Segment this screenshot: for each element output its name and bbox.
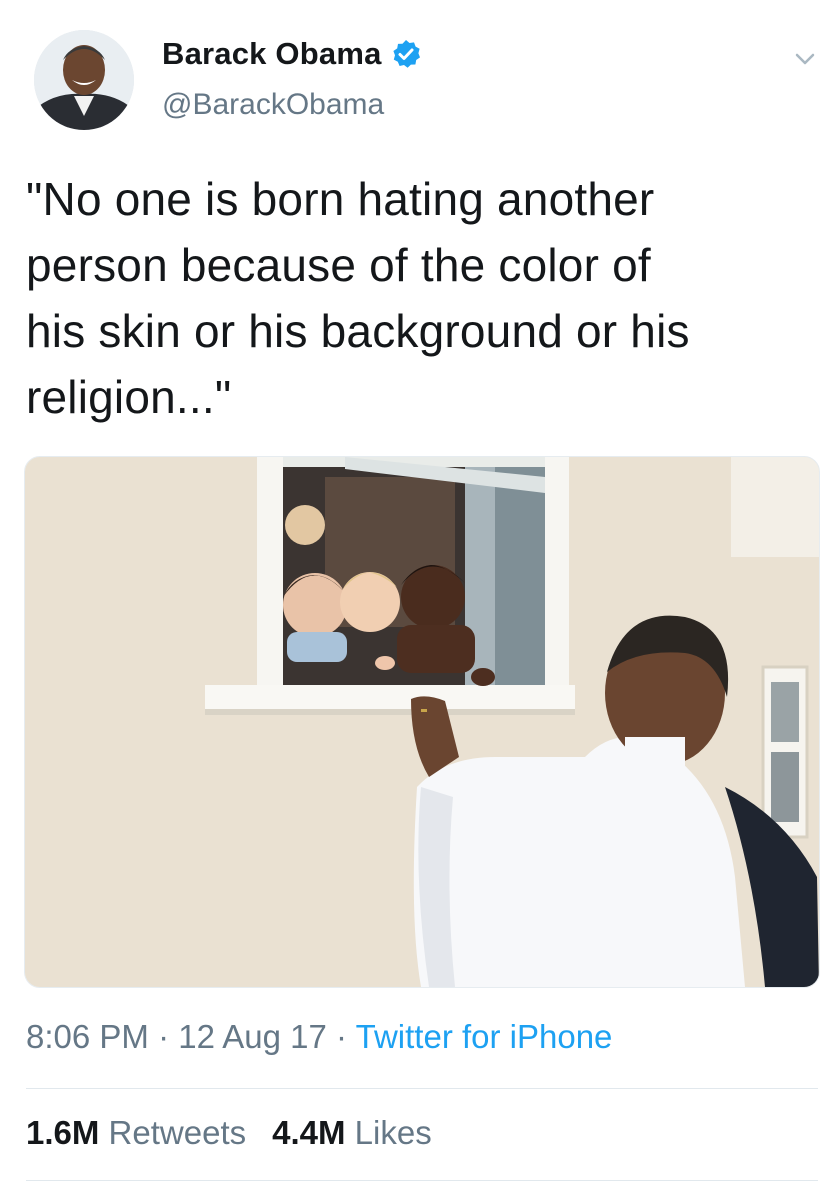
- verified-badge-icon: [391, 39, 421, 69]
- tweet-date[interactable]: 12 Aug 17: [178, 1018, 327, 1055]
- tweet-meta: 8:06 PM · 12 Aug 17 · Twitter for iPhone: [26, 1018, 612, 1056]
- author-name[interactable]: Barack Obama: [162, 36, 382, 72]
- author-handle[interactable]: @BarackObama: [162, 88, 421, 122]
- retweets-label: Retweets: [108, 1114, 247, 1151]
- divider: [26, 1180, 818, 1181]
- tweet-stats: 1.6M Retweets 4.4M Likes: [26, 1114, 432, 1152]
- avatar[interactable]: [34, 30, 134, 130]
- likes-label: Likes: [354, 1114, 432, 1151]
- chevron-down-icon[interactable]: [788, 42, 822, 76]
- likes-stat[interactable]: 4.4M Likes: [272, 1114, 432, 1151]
- separator: ·: [326, 1018, 356, 1055]
- likes-count: 4.4M: [272, 1114, 346, 1151]
- tweet-card: Barack Obama @BarackObama "No one is bor…: [0, 0, 828, 1200]
- tweet-photo[interactable]: [24, 456, 820, 988]
- tweet-time[interactable]: 8:06 PM: [26, 1018, 149, 1055]
- retweets-stat[interactable]: 1.6M Retweets: [26, 1114, 246, 1151]
- author-block[interactable]: Barack Obama @BarackObama: [162, 34, 421, 122]
- retweets-count: 1.6M: [26, 1114, 100, 1151]
- divider: [26, 1088, 818, 1089]
- separator: ·: [148, 1018, 179, 1055]
- tweet-source-link[interactable]: Twitter for iPhone: [356, 1018, 613, 1055]
- tweet-text: "No one is born hating another person be…: [26, 173, 690, 423]
